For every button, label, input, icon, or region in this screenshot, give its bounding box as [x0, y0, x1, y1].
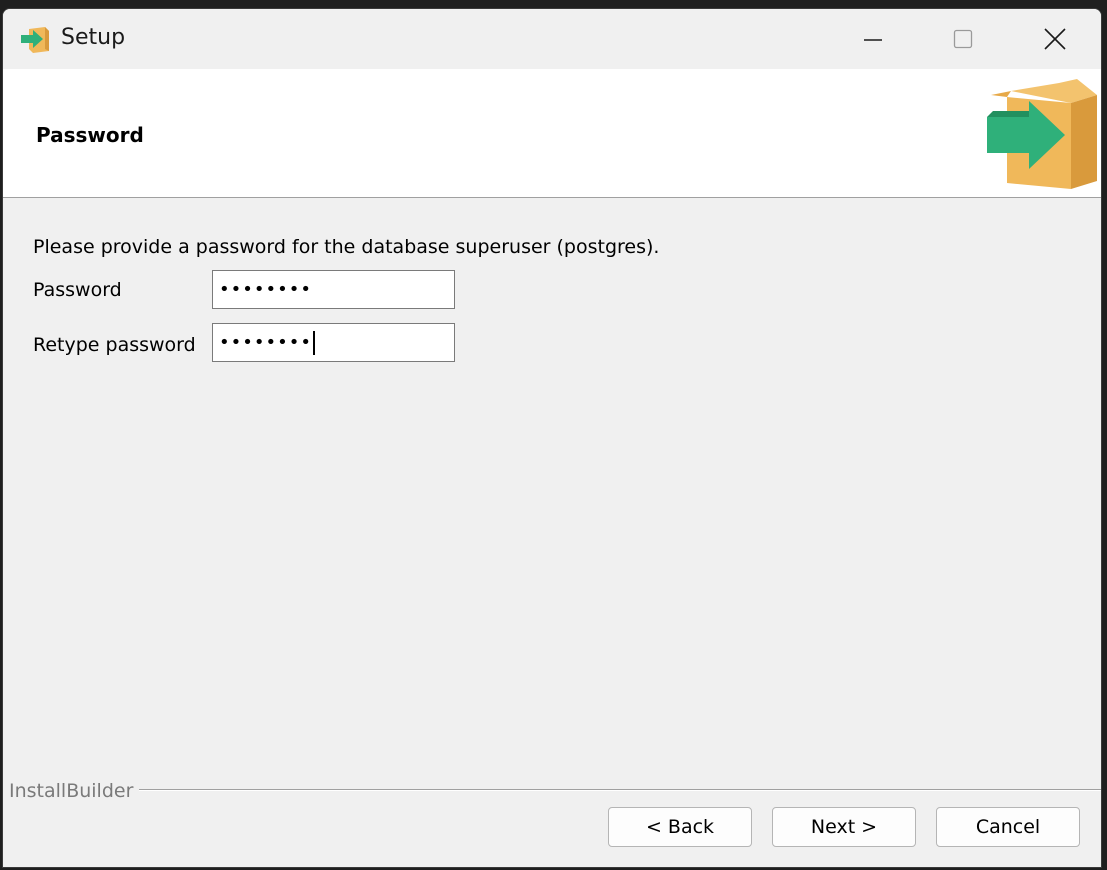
wizard-header: Password — [3, 69, 1101, 198]
maximize-icon — [953, 29, 973, 49]
retype-password-input[interactable]: •••••••• — [212, 323, 455, 362]
password-label: Password — [33, 279, 122, 301]
back-button[interactable]: < Back — [608, 807, 752, 847]
password-input[interactable]: •••••••• — [212, 270, 455, 309]
window-title: Setup — [61, 25, 126, 50]
title-bar[interactable]: Setup — [3, 9, 1101, 69]
installer-box-arrow-icon — [987, 79, 1097, 189]
brand-label: InstallBuilder — [9, 780, 134, 802]
close-icon — [1044, 28, 1066, 50]
password-value: •••••••• — [219, 279, 312, 300]
retype-password-label: Retype password — [33, 334, 196, 356]
cancel-button[interactable]: Cancel — [936, 807, 1080, 847]
maximize-button[interactable] — [923, 9, 1003, 69]
setup-window: Setup Password Please provide a password… — [2, 8, 1102, 868]
next-button[interactable]: Next > — [772, 807, 916, 847]
instruction-text: Please provide a password for the databa… — [33, 236, 660, 258]
minimize-button[interactable] — [833, 9, 913, 69]
text-caret — [312, 330, 315, 355]
installer-box-arrow-icon — [21, 27, 49, 53]
footer-divider-highlight — [139, 790, 1101, 791]
minimize-icon — [864, 39, 882, 41]
close-button[interactable] — [1015, 9, 1095, 69]
retype-password-value: •••••••• — [219, 332, 312, 353]
page-title: Password — [36, 123, 144, 147]
